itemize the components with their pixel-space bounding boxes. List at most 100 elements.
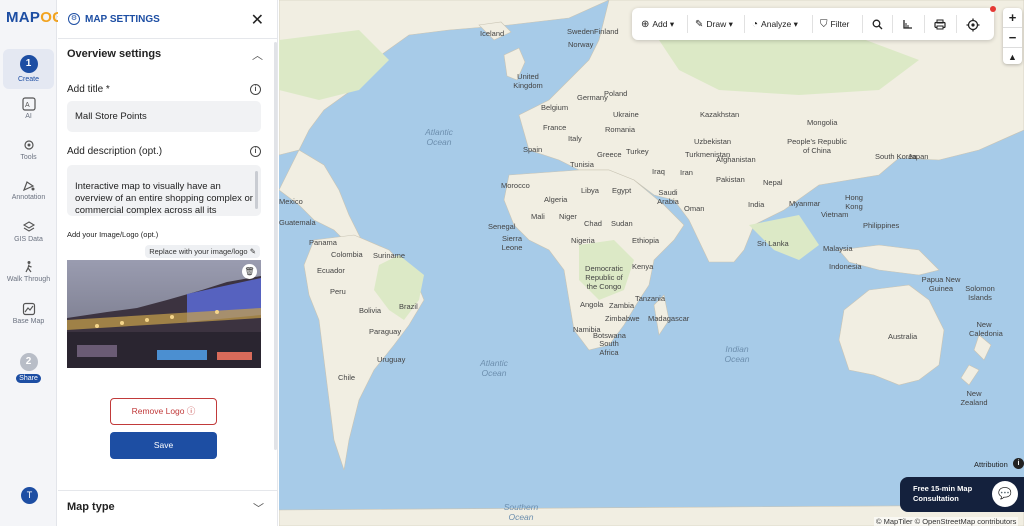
compass-button[interactable]: ▲ [1003,48,1022,67]
replace-image-label: Replace with your image/logo [149,247,248,256]
info-icon[interactable]: i [250,146,261,157]
filter-icon: ⛉ [820,19,828,30]
replace-image-button[interactable]: Replace with your image/logo ✎ [145,245,260,258]
zoom-in-button[interactable]: + [1003,8,1022,27]
print-icon [934,19,946,30]
info-icon[interactable]: i [250,84,261,95]
rail-item-label: AI [25,113,32,120]
basemap-icon [22,302,35,316]
measure-button[interactable] [902,8,913,40]
map-label: Uruguay [377,355,406,364]
info-icon: ⓘ [186,406,196,416]
close-button[interactable]: ✕ [251,10,264,30]
rail-item-gis-data[interactable]: GIS Data [3,220,54,243]
map-label: Australia [888,332,918,341]
map-label: Saudi Arabia [657,188,679,206]
map-label: Libya [581,186,599,195]
delete-image-icon[interactable]: 🗑 [242,264,257,279]
caret-down-icon: ▾ [793,19,798,29]
panel-header: ⚙ MAP SETTINGS ✕ [58,0,278,39]
attribution-label[interactable]: Attribution [974,460,1008,469]
map-label: Myanmar [789,199,821,208]
analyze-label: Analyze [761,19,792,29]
map-label: Solomon Islands [965,284,995,302]
rail-item-label: Walk Through [6,276,51,283]
toolbar-divider [892,15,893,33]
consultation-banner[interactable]: Free 15-min Map Consultation 💬 [900,477,1024,512]
map-label: New Caledonia [969,320,1003,338]
map-label: Madagascar [648,314,690,323]
rail-create[interactable]: 1 Create [3,49,54,89]
overview-settings-title[interactable]: Overview settings [67,48,161,60]
ocean-label: Southern Ocean [503,502,539,522]
map-label: Tanzania [635,294,666,303]
map-label: Uzbekistan [694,137,732,146]
rail-item-walk-through[interactable]: Walk Through [3,260,54,283]
rail-item-label: Base Map [12,318,45,325]
map-label: People's Republic of China [787,137,847,155]
map-label: Mali [531,212,545,221]
caret-down-icon: ▾ [669,19,675,29]
map-label: Tunisia [570,160,594,169]
map-label: Pakistan [716,175,745,184]
walk-icon [24,261,32,273]
chat-icon[interactable]: 💬 [992,481,1018,507]
rail-share[interactable]: 2 Share [3,353,54,383]
map-canvas[interactable]: Iceland Sweden Finland Norway United Kin… [279,0,1024,526]
draw-button[interactable]: ✎ Draw ▾ [695,8,733,40]
pencil-icon: ✎ [695,19,704,30]
map-label: Sierra Leone [501,234,523,252]
svg-text:A: A [25,102,30,109]
map-label: Niger [559,212,577,221]
rail-item-base-map[interactable]: Base Map [3,302,54,325]
rail-item-annotation[interactable]: Annotation [3,178,54,201]
description-text: Interactive map to visually have an over… [75,181,253,216]
map-label: Spain [523,145,543,154]
map-label: Iraq [652,167,665,176]
filter-button[interactable]: ⛉ Filter [820,8,849,40]
ocean-label: Atlantic Ocean [480,358,508,378]
crosshair-icon [966,18,980,32]
map-label: Oman [684,204,705,213]
map-label: Colombia [331,250,363,259]
print-button[interactable] [934,8,946,40]
locate-button[interactable] [966,8,980,40]
panel-scrollbar[interactable] [274,42,277,450]
toolbar-divider [862,15,863,33]
map-label: France [543,123,567,132]
map-type-section[interactable]: Map type ﹀ [58,490,278,526]
zoom-controls: + − ▲ [1003,8,1022,64]
remove-logo-button[interactable]: Remove Logo ⓘ [110,398,217,425]
caret-down-icon: ▾ [728,19,733,29]
map-copyright: © MapTiler © OpenStreetMap contributors [874,517,1019,526]
map-label: Zimbabwe [605,314,640,323]
info-icon[interactable]: i [1013,458,1024,469]
map-label: Afghanistan [716,155,756,164]
zoom-out-button[interactable]: − [1003,28,1022,47]
map-label: Algeria [544,195,568,204]
title-input[interactable]: Mall Store Points [67,101,261,132]
map-type-title: Map type [67,501,115,513]
rail-item-label: GIS Data [14,236,43,243]
chevron-up-icon[interactable]: ︿ [252,47,263,63]
chevron-down-icon[interactable]: ﹀ [253,500,264,516]
search-icon [872,19,883,30]
search-button[interactable] [872,8,883,40]
map-label: Brazil [399,302,418,311]
save-button[interactable]: Save [110,432,217,459]
map-label: Suriname [373,251,406,260]
description-scrollbar[interactable] [255,171,258,209]
map-label: Papua New Guinea [921,275,961,293]
map-label: Finland [594,27,619,36]
app-logo[interactable]: MAPOG [6,9,64,26]
map-label: Senegal [488,222,516,231]
map-label: Panama [309,238,337,247]
map-label: Kazakhstan [700,110,740,119]
user-avatar[interactable]: T [21,487,38,504]
rail-item-tools[interactable]: Tools [3,138,54,161]
add-button[interactable]: ⊕ Add ▾ [641,8,674,40]
analyze-button[interactable]: ◔ Analyze ▾ [752,8,798,40]
rail-item-ai[interactable]: A AI [3,97,54,120]
description-input[interactable]: Interactive map to visually have an over… [67,165,261,216]
map-label: Sudan [611,219,633,228]
